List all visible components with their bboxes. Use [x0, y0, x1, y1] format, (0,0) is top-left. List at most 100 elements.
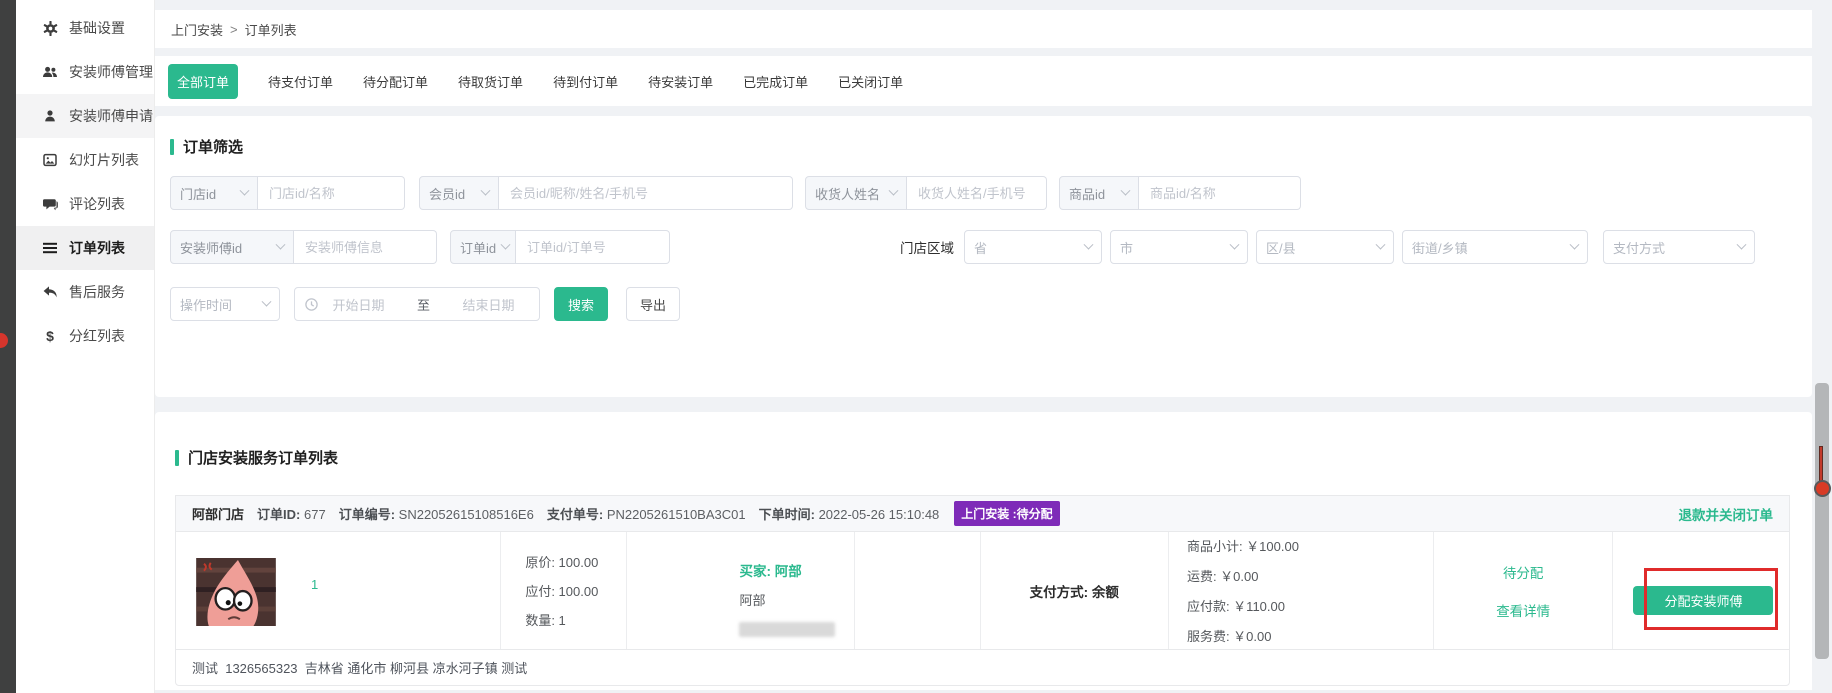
comment-icon: [42, 196, 58, 212]
tab-closed[interactable]: 已关闭订单: [838, 72, 903, 91]
product-id-select[interactable]: 商品id: [1059, 176, 1139, 210]
tab-pending-installation[interactable]: 待安装订单: [648, 72, 713, 91]
empty-cell: [855, 532, 981, 649]
sidebar-item-label: 幻灯片列表: [69, 150, 139, 170]
tab-pending-cod[interactable]: 待到付订单: [553, 72, 618, 91]
gear-icon: [42, 20, 58, 36]
sidebar-item-label: 订单列表: [69, 238, 125, 258]
list-icon: [42, 240, 58, 256]
date-start-placeholder: 开始日期: [318, 295, 399, 314]
store-id-select[interactable]: 门店id: [170, 176, 258, 210]
order-table: 阿部门店 订单ID: 677 订单编号: SN22052615108516E6 …: [175, 495, 1790, 686]
sidebar-item-installer-management[interactable]: 安装师傅管理: [16, 50, 154, 94]
receiver-name-select[interactable]: 收货人姓名: [805, 176, 907, 210]
sidebar-item-installer-application[interactable]: 安装师傅申请: [16, 94, 154, 138]
product-id-input[interactable]: [1139, 176, 1301, 210]
installer-id-select[interactable]: 安装师傅id: [170, 230, 294, 264]
view-details-link[interactable]: 查看详情: [1496, 600, 1550, 620]
sidebar-item-comment-list[interactable]: 评论列表: [16, 182, 154, 226]
users-icon: [42, 64, 58, 80]
order-time-label: 下单时间:: [759, 507, 815, 522]
date-range-picker[interactable]: 开始日期 至 结束日期: [294, 287, 540, 321]
product-image[interactable]: [196, 558, 276, 626]
title-accent-bar: [170, 139, 174, 155]
order-time-value: 2022-05-26 15:10:48: [819, 507, 940, 522]
sidebar-item-order-list[interactable]: 订单列表: [16, 226, 154, 270]
breadcrumb-parent[interactable]: 上门安装: [171, 20, 223, 39]
export-button[interactable]: 导出: [626, 287, 680, 321]
date-range-to: 至: [417, 295, 430, 314]
chevron-down-icon: [1230, 239, 1240, 249]
sidebar-item-label: 售后服务: [69, 282, 125, 302]
tab-all-orders[interactable]: 全部订单: [168, 64, 238, 99]
installer-id-filter: 安装师傅id: [170, 230, 437, 264]
installer-id-input[interactable]: [294, 230, 437, 264]
chevron-down-icon: [889, 185, 899, 195]
product-cell: 1: [176, 532, 501, 649]
pay-no-value: PN2205261510BA3C01: [607, 507, 746, 522]
store-id-input[interactable]: [258, 176, 405, 210]
status-cell: 待分配 查看详情: [1434, 532, 1614, 649]
city-select[interactable]: 市: [1110, 230, 1248, 264]
sidebar-item-label: 安装师傅申请: [69, 106, 153, 126]
status-pending-assignment-link[interactable]: 待分配: [1503, 562, 1544, 582]
price-cell: 原价: 100.00 应付: 100.00 数量: 1: [501, 532, 627, 649]
user-icon: [42, 108, 58, 124]
sidebar-item-label: 分红列表: [69, 326, 125, 346]
scrollbar-thumb[interactable]: [1815, 383, 1829, 659]
amount-shipping: 运费: ￥0.00: [1187, 566, 1433, 585]
order-status-badge: 上门安装 :待分配: [954, 501, 1059, 526]
province-select[interactable]: 省: [964, 230, 1102, 264]
receiver-name-input[interactable]: [907, 176, 1047, 210]
amount-service-fee: 服务费: ￥0.00: [1187, 626, 1433, 645]
district-select[interactable]: 区/县: [1256, 230, 1394, 264]
receiver-name-filter: 收货人姓名: [805, 176, 1047, 210]
product-quantity: 1: [311, 577, 318, 592]
amount-subtotal: 商品小计: ￥100.00: [1187, 536, 1433, 555]
dollar-icon: $: [42, 328, 58, 344]
order-no-value: SN22052615108516E6: [399, 507, 534, 522]
sidebar-item-label: 安装师傅管理: [69, 62, 153, 82]
order-id-label: 订单ID:: [257, 507, 300, 522]
sidebar-item-basic-settings[interactable]: 基础设置: [16, 6, 154, 50]
payment-method-select[interactable]: 支付方式: [1603, 230, 1755, 264]
buyer-label: 买家: 阿部: [739, 560, 853, 580]
order-id-filter: 订单id: [450, 230, 670, 264]
search-button[interactable]: 搜索: [554, 287, 608, 321]
product-id-filter: 商品id: [1059, 176, 1301, 210]
member-id-filter: 会员id: [419, 176, 793, 210]
sidebar-item-label: 评论列表: [69, 194, 125, 214]
price-quantity: 数量: 1: [525, 610, 626, 629]
tab-pending-pickup[interactable]: 待取货订单: [458, 72, 523, 91]
pay-no-label: 支付单号:: [547, 507, 603, 522]
sidebar-item-after-sales[interactable]: 售后服务: [16, 270, 154, 314]
tab-pending-assignment[interactable]: 待分配订单: [363, 72, 428, 91]
buyer-cell: 买家: 阿部 阿部: [627, 532, 854, 649]
price-original: 原价: 100.00: [525, 552, 626, 571]
assign-installer-button[interactable]: 分配安装师傅: [1633, 586, 1773, 615]
tab-pending-payment[interactable]: 待支付订单: [268, 72, 333, 91]
chevron-down-icon: [481, 185, 491, 195]
order-address-row: 测试 1326565323 吉林省 通化市 柳河县 凉水河子镇 测试: [176, 649, 1789, 685]
sidebar-item-slideshow-list[interactable]: 幻灯片列表: [16, 138, 154, 182]
refund-close-order-link[interactable]: 退款并关闭订单: [1679, 504, 1774, 524]
order-id-input[interactable]: [516, 230, 670, 264]
order-header-row: 阿部门店 订单ID: 677 订单编号: SN22052615108516E6 …: [176, 496, 1789, 532]
action-cell: 分配安装师傅: [1613, 532, 1789, 649]
tab-completed[interactable]: 已完成订单: [743, 72, 808, 91]
operation-time-select[interactable]: 操作时间: [170, 287, 280, 321]
order-filter-panel: 订单筛选 门店id 会员id 收货人姓名 商品id 安装师傅id 订单id 门店…: [155, 116, 1812, 397]
sidebar-item-dividend-list[interactable]: $ 分红列表: [16, 314, 154, 358]
chevron-down-icon: [1570, 239, 1580, 249]
member-id-input[interactable]: [499, 176, 793, 210]
street-select[interactable]: 街道/乡镇: [1402, 230, 1588, 264]
buyer-name: 阿部: [739, 590, 853, 609]
image-icon: [42, 152, 58, 168]
breadcrumb: 上门安装 > 订单列表: [155, 10, 1812, 48]
title-accent-bar: [175, 450, 179, 466]
order-body-row: 1 原价: 100.00 应付: 100.00 数量: 1 买家: 阿部 阿部 …: [176, 532, 1789, 649]
order-status-tabs: 全部订单 待支付订单 待分配订单 待取货订单 待到付订单 待安装订单 已完成订单…: [155, 56, 1812, 106]
member-id-select[interactable]: 会员id: [419, 176, 499, 210]
chevron-down-icon: [1121, 185, 1131, 195]
order-id-select[interactable]: 订单id: [450, 230, 516, 264]
